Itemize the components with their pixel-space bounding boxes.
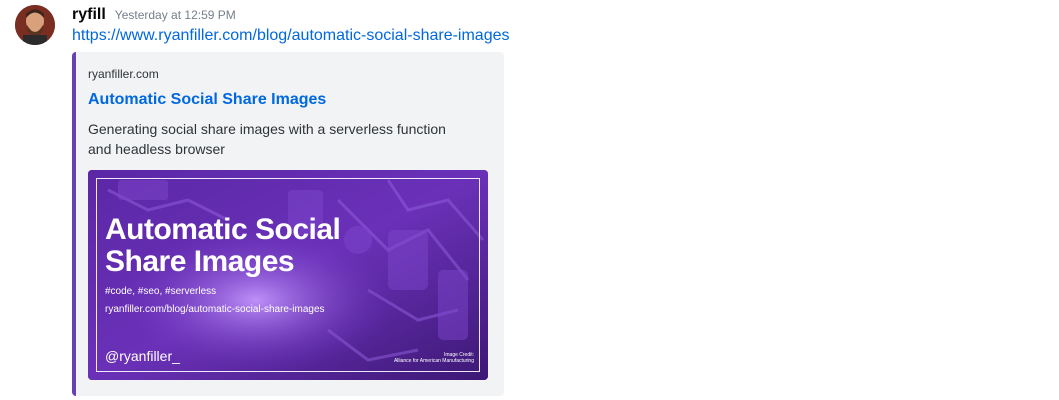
avatar[interactable] bbox=[15, 5, 55, 45]
message-link[interactable]: https://www.ryanfiller.com/blog/automati… bbox=[72, 27, 510, 45]
embed-image[interactable]: Automatic Social Share Images #code, #se… bbox=[88, 170, 488, 380]
image-tags: #code, #seo, #serverless bbox=[105, 286, 217, 297]
image-title: Automatic Social Share Images bbox=[105, 213, 341, 278]
message-header: ryfill Yesterday at 12:59 PM bbox=[72, 6, 236, 24]
image-url: ryanfiller.com/blog/automatic-social-sha… bbox=[105, 304, 325, 315]
user-avatar-icon bbox=[15, 5, 55, 45]
chat-message: ryfill Yesterday at 12:59 PM https://www… bbox=[0, 0, 1059, 400]
image-handle: @ryanfiller_ bbox=[105, 348, 180, 364]
timestamp[interactable]: Yesterday at 12:59 PM bbox=[115, 8, 236, 22]
embed-title-link[interactable]: Automatic Social Share Images bbox=[88, 91, 326, 109]
username[interactable]: ryfill bbox=[72, 6, 106, 24]
image-credit-line2: Alliance for American Manufacturing bbox=[393, 358, 474, 364]
image-credit: Image Credit: Alliance for American Manu… bbox=[394, 352, 474, 364]
embed-description: Generating social share images with a se… bbox=[88, 121, 446, 157]
link-embed: ryanfiller.com Automatic Social Share Im… bbox=[72, 52, 504, 396]
embed-provider: ryanfiller.com bbox=[88, 67, 159, 81]
